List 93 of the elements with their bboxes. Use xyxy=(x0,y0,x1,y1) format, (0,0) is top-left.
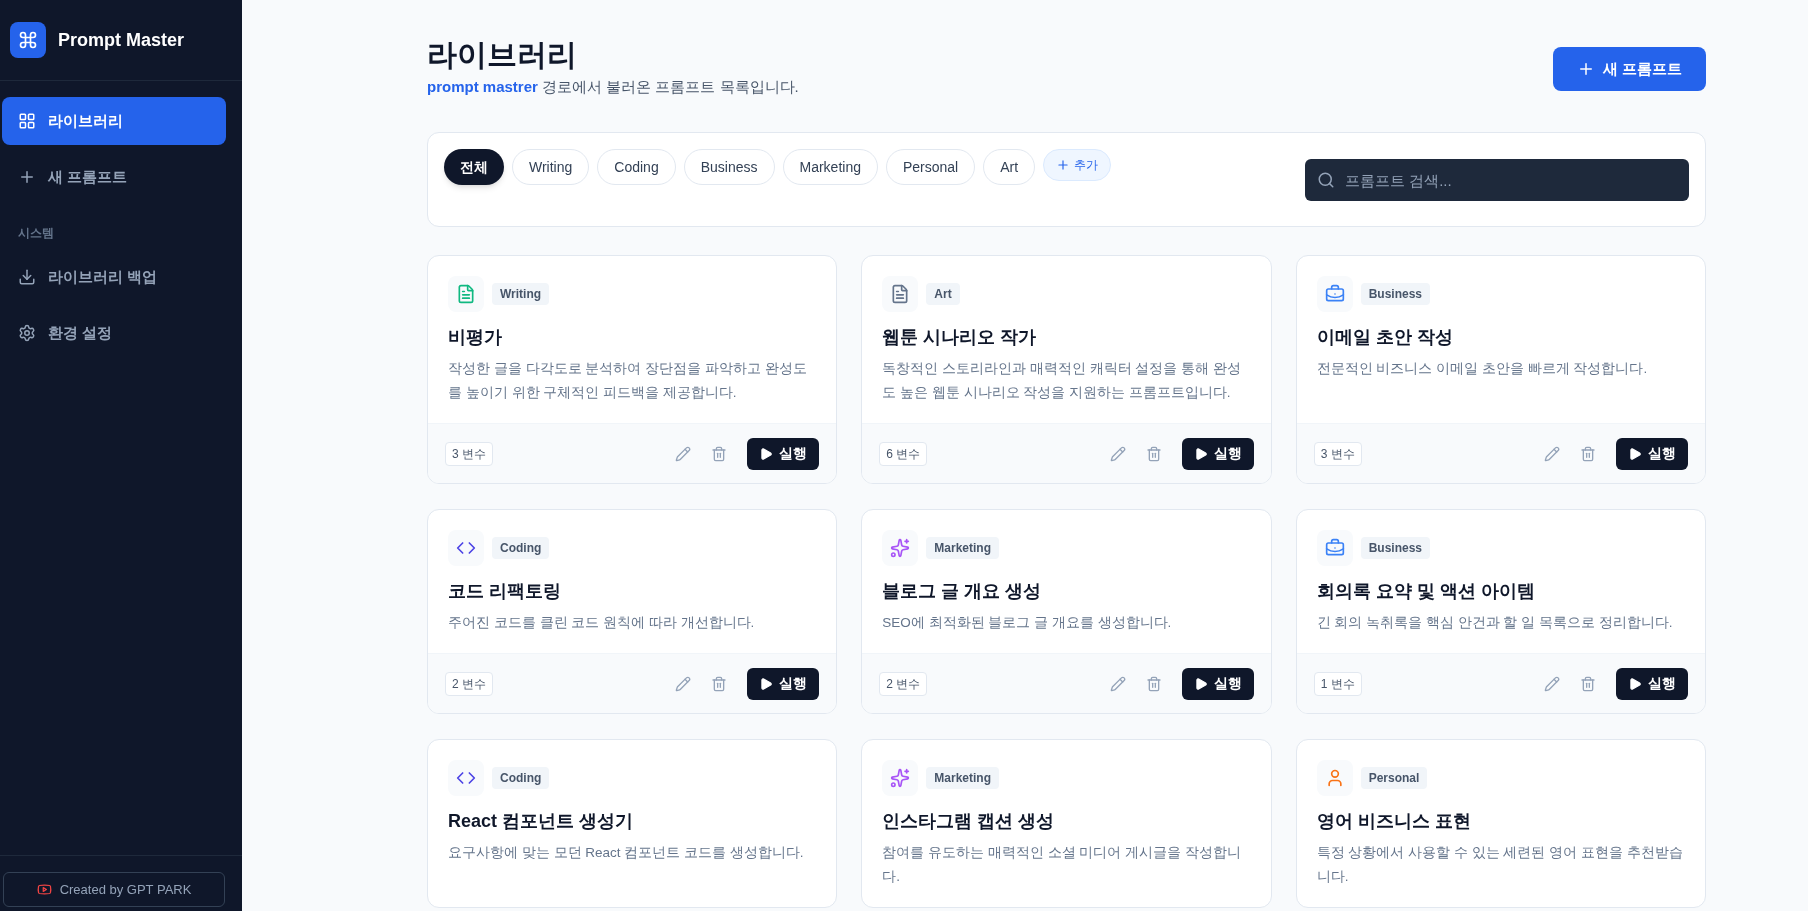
variable-count: 1 변수 xyxy=(1313,671,1362,696)
card-title: 이메일 초안 작성 xyxy=(1316,326,1454,349)
nav-item[interactable]: 라이브러리 xyxy=(2,97,226,145)
grid-icon xyxy=(18,112,36,130)
edit-icon[interactable] xyxy=(1109,445,1126,462)
credit-button[interactable]: Created by GPT PARK xyxy=(3,872,225,907)
card-title: React 컴포넌트 생성기 xyxy=(448,810,635,833)
edit-icon[interactable] xyxy=(675,445,692,462)
category-tag: Business xyxy=(1360,537,1430,559)
variable-count: 2 변수 xyxy=(879,671,928,696)
filter-chip[interactable]: Business xyxy=(683,149,775,185)
delete-icon[interactable] xyxy=(1145,675,1162,692)
new-prompt-button[interactable]: 새 프롬프트 xyxy=(1552,47,1706,91)
edit-icon[interactable] xyxy=(1544,675,1560,692)
logo-icon xyxy=(10,22,46,58)
prompt-card[interactable]: Business 회의록 요약 및 액션 아이템 긴 회의 녹취록을 핵심 안건과 할 일 목록으로 정리합니다. 1 변수 실행 xyxy=(1295,509,1706,714)
nav-item[interactable]: 라이브러리 백업 xyxy=(2,253,226,301)
delete-icon[interactable] xyxy=(1580,445,1596,462)
play-icon xyxy=(1628,446,1642,461)
category-tag: Personal xyxy=(1360,767,1428,789)
settings-icon xyxy=(18,324,36,342)
card-title: 회의록 요약 및 액션 아이템 xyxy=(1316,580,1536,603)
prompt-card[interactable]: Marketing 인스타그램 캡션 생성 참여를 유도하는 매력적인 소셜 미디어 게시글을 작성합니다. xyxy=(861,739,1272,908)
filter-chip[interactable]: Marketing xyxy=(782,149,878,185)
delete-icon[interactable] xyxy=(711,675,728,692)
play-icon xyxy=(759,676,774,691)
run-button[interactable]: 실행 xyxy=(747,667,820,700)
card-description: 작성한 글을 다각도로 분석하여 장단점을 파악하고 완성도를 높이기 위한 구체적인 피드백을 제공합니다. xyxy=(448,360,808,402)
filter-chip[interactable]: 전체 xyxy=(444,149,504,185)
play-icon xyxy=(1193,676,1208,691)
filter-chip[interactable]: Personal xyxy=(885,149,976,185)
plus-icon xyxy=(18,168,36,186)
card-description: 참여를 유도하는 매력적인 소셜 미디어 게시글을 작성합니다. xyxy=(882,844,1242,886)
card-title: 블로그 글 개요 생성 xyxy=(882,580,1043,603)
prompt-card[interactable]: Business 이메일 초안 작성 전문적인 비즈니스 이메일 초안을 빠르게 작성합니다. 3 변수 실행 xyxy=(1295,255,1706,484)
filter-chip[interactable]: Writing xyxy=(512,149,590,185)
run-button[interactable]: 실행 xyxy=(747,437,820,470)
card-title: 인스타그램 캡션 생성 xyxy=(882,810,1056,833)
add-filter-button[interactable]: 추가 xyxy=(1043,149,1112,181)
card-description: 긴 회의 녹취록을 핵심 안건과 할 일 목록으로 정리합니다. xyxy=(1316,614,1674,632)
edit-icon[interactable] xyxy=(675,675,692,692)
card-title: 영어 비즈니스 표현 xyxy=(1316,810,1472,833)
variable-count: 3 변수 xyxy=(445,441,493,466)
page-subtitle: prompt mastrer 경로에서 불러온 프롬프트 목록입니다. xyxy=(427,76,799,97)
card-description: 특정 상황에서 사용할 수 있는 세련된 영어 표현을 추천받습니다. xyxy=(1316,844,1684,886)
section-label: 시스템 xyxy=(17,225,55,242)
play-icon xyxy=(1628,676,1642,691)
category-tag: Art xyxy=(926,283,960,305)
search-icon xyxy=(1317,171,1335,189)
download-icon xyxy=(18,268,36,286)
run-button[interactable]: 실행 xyxy=(1181,667,1254,700)
nav-item[interactable]: 새 프롬프트 xyxy=(2,153,226,201)
plus-icon xyxy=(1056,158,1071,172)
play-icon xyxy=(1193,446,1208,461)
category-tag: Coding xyxy=(492,767,550,789)
edit-icon[interactable] xyxy=(1544,445,1560,462)
video-icon xyxy=(36,882,52,897)
prompt-card[interactable]: Marketing 블로그 글 개요 생성 SEO에 최적화된 블로그 글 개요를 생성합니다. 2 변수 실행 xyxy=(861,509,1272,714)
run-button[interactable]: 실행 xyxy=(1616,667,1688,700)
prompt-card[interactable]: Art 웹툰 시나리오 작가 독창적인 스토리라인과 매력적인 캐릭터 설정을 통해 완성도 높은 웹툰 시나리오 작성을 지원하는 프롬프트입니다. 6 변수 실행 xyxy=(861,255,1272,484)
card-title: 웹툰 시나리오 작가 xyxy=(882,326,1038,349)
card-description: 전문적인 비즈니스 이메일 초안을 빠르게 작성합니다. xyxy=(1316,360,1649,378)
card-title: 코드 리팩토링 xyxy=(448,580,562,603)
edit-icon[interactable] xyxy=(1109,675,1126,692)
filter-chip[interactable]: Art xyxy=(983,149,1036,185)
run-button[interactable]: 실행 xyxy=(1181,437,1254,470)
delete-icon[interactable] xyxy=(711,445,728,462)
nav-item[interactable]: 환경 설정 xyxy=(2,309,226,357)
category-tag: Marketing xyxy=(926,767,999,789)
card-title: 비평가 xyxy=(448,326,503,349)
filter-chip[interactable]: Coding xyxy=(597,149,676,185)
category-tag: Coding xyxy=(492,537,550,559)
prompt-card[interactable]: Coding React 컴포넌트 생성기 요구사항에 맞는 모던 React 컴포넌트 코드를 생성합니다. xyxy=(427,739,838,908)
category-tag: Writing xyxy=(492,283,550,305)
variable-count: 2 변수 xyxy=(445,671,493,696)
prompt-card[interactable]: Writing 비평가 작성한 글을 다각도로 분석하여 장단점을 파악하고 완성도를 높이기 위한 구체적인 피드백을 제공합니다. 3 변수 실행 xyxy=(427,255,838,484)
card-description: 요구사항에 맞는 모던 React 컴포넌트 코드를 생성합니다. xyxy=(448,844,805,862)
card-description: 독창적인 스토리라인과 매력적인 캐릭터 설정을 통해 완성도 높은 웹툰 시나리오 작성을 지원하는 프롬프트입니다. xyxy=(882,360,1242,402)
delete-icon[interactable] xyxy=(1145,445,1162,462)
variable-count: 6 변수 xyxy=(879,441,928,466)
page-title: 라이브러리 xyxy=(427,37,578,73)
prompt-card[interactable]: Personal 영어 비즈니스 표현 특정 상황에서 사용할 수 있는 세련된 영어 표현을 추천받습니다. xyxy=(1295,739,1706,908)
run-button[interactable]: 실행 xyxy=(1616,437,1688,470)
card-description: 주어진 코드를 클린 코드 원칙에 따라 개선합니다. xyxy=(448,614,756,632)
category-tag: Business xyxy=(1360,283,1430,305)
category-tag: Marketing xyxy=(926,537,999,559)
search-field[interactable]: 프롬프트 검색... xyxy=(1305,159,1689,201)
prompt-card[interactable]: Coding 코드 리팩토링 주어진 코드를 클린 코드 원칙에 따라 개선합니다. 2 변수 실행 xyxy=(427,509,838,714)
delete-icon[interactable] xyxy=(1580,675,1596,692)
play-icon xyxy=(759,446,774,461)
card-description: SEO에 최적화된 블로그 글 개요를 생성합니다. xyxy=(882,614,1173,632)
app-name: Prompt Master xyxy=(58,29,185,52)
variable-count: 3 변수 xyxy=(1313,441,1362,466)
